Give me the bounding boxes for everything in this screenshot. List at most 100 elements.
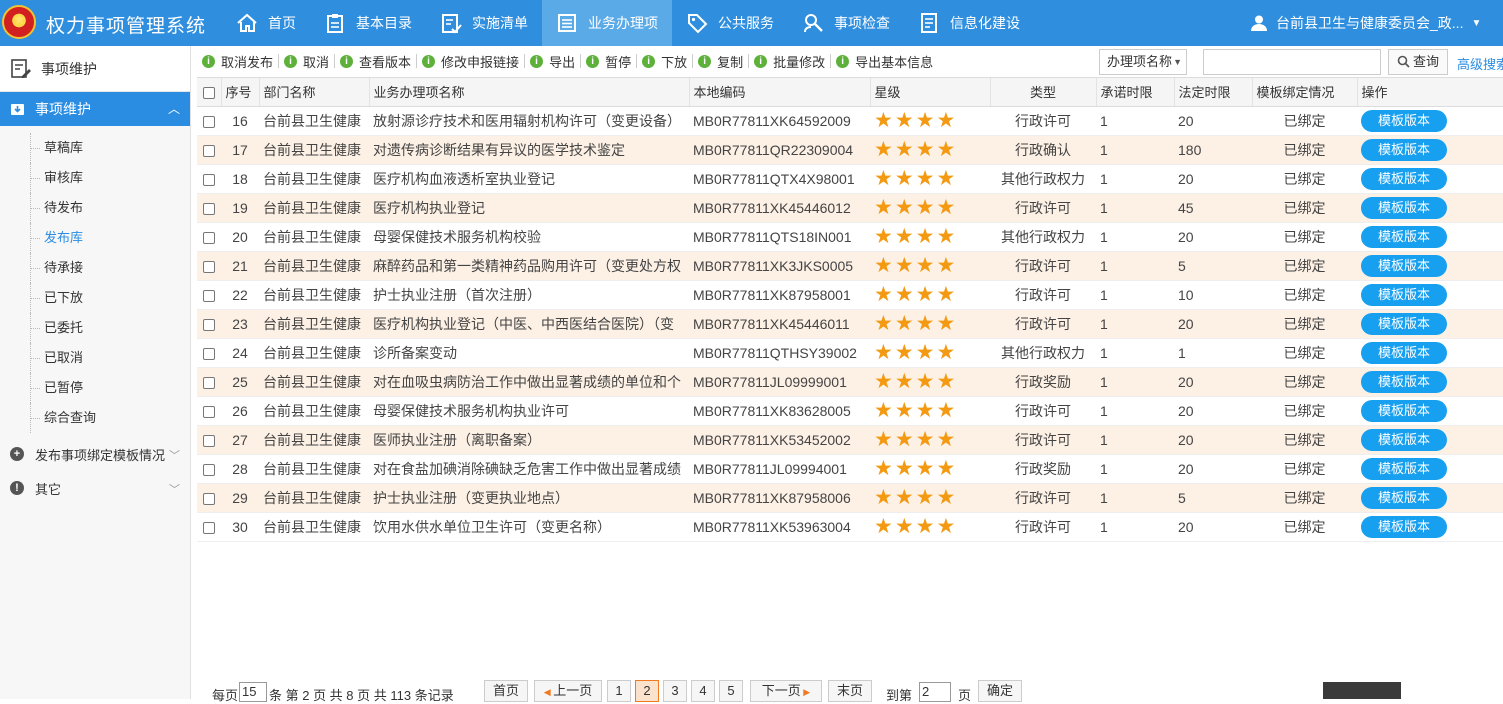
toolbar-button-7[interactable]: i 复制 bbox=[693, 47, 748, 75]
table-row[interactable]: 18 台前县卫生健康 医疗机构血液透析室执业登记 MB0R77811QTX4X9800… bbox=[197, 164, 1503, 194]
nav-item-3[interactable]: 业务办理项 bbox=[542, 0, 672, 46]
column-header-promise[interactable]: 承诺时限 bbox=[1096, 78, 1175, 107]
sidebar-group-maintenance[interactable]: 事项维护 ︿ bbox=[0, 92, 190, 126]
cell-name[interactable]: 对在食盐加碘消除碘缺乏危害工作中做出显著成绩 bbox=[369, 454, 689, 484]
cell-name[interactable]: 医疗机构执业登记（中医、中西医结合医院）（变 bbox=[369, 309, 689, 339]
cell-name[interactable]: 护士执业注册（首次注册） bbox=[369, 280, 689, 310]
column-header-stars[interactable]: 星级 bbox=[870, 78, 991, 107]
template-version-button[interactable]: 模板版本 bbox=[1361, 515, 1447, 538]
sidebar-item-0[interactable]: 草稿库 bbox=[0, 133, 190, 163]
nav-item-0[interactable]: 首页 bbox=[222, 0, 310, 46]
toolbar-button-4[interactable]: i 导出 bbox=[525, 47, 580, 75]
row-checkbox[interactable] bbox=[203, 260, 215, 273]
template-version-button[interactable]: 模板版本 bbox=[1361, 283, 1447, 306]
row-checkbox[interactable] bbox=[203, 144, 215, 157]
template-version-button[interactable]: 模板版本 bbox=[1361, 341, 1447, 364]
row-checkbox[interactable] bbox=[203, 376, 215, 389]
cell-name[interactable]: 护士执业注册（变更执业地点） bbox=[369, 483, 689, 513]
column-header-name[interactable]: 业务办理项名称 bbox=[369, 78, 690, 107]
sidebar-item-9[interactable]: 综合查询 bbox=[0, 403, 190, 433]
table-row[interactable]: 21 台前县卫生健康 麻醉药品和第一类精神药品购用许可（变更处方权 MB0R77811… bbox=[197, 251, 1503, 281]
table-row[interactable]: 27 台前县卫生健康 医师执业注册（离职备案） MB0R77811XK53452002… bbox=[197, 425, 1503, 455]
table-row[interactable]: 24 台前县卫生健康 诊所备案变动 MB0R77811QTHSY39002 ★★★★ 其他… bbox=[197, 338, 1503, 368]
template-version-button[interactable]: 模板版本 bbox=[1361, 486, 1447, 509]
advanced-search-link[interactable]: 高级搜索 bbox=[1457, 54, 1503, 73]
row-checkbox[interactable] bbox=[203, 289, 215, 302]
nav-item-2[interactable]: 实施清单 bbox=[426, 0, 542, 46]
sidebar-category-0[interactable]: + 发布事项绑定模板情况 ﹀ bbox=[0, 437, 190, 471]
cell-name[interactable]: 母婴保健技术服务机构校验 bbox=[369, 222, 689, 252]
cell-name[interactable]: 对遗传病诊断结果有异议的医学技术鉴定 bbox=[369, 135, 689, 165]
toolbar-button-1[interactable]: i 取消 bbox=[279, 47, 334, 75]
table-row[interactable]: 22 台前县卫生健康 护士执业注册（首次注册） MB0R77811XK87958001… bbox=[197, 280, 1503, 310]
user-menu[interactable]: 台前县卫生与健康委员会_政... ▼ bbox=[1250, 13, 1481, 33]
row-checkbox[interactable] bbox=[203, 434, 215, 447]
toolbar-button-0[interactable]: i 取消发布 bbox=[197, 47, 278, 75]
row-checkbox[interactable] bbox=[203, 173, 215, 186]
cell-name[interactable]: 医疗机构血液透析室执业登记 bbox=[369, 164, 689, 194]
cell-name[interactable]: 诊所备案变动 bbox=[369, 338, 689, 368]
template-version-button[interactable]: 模板版本 bbox=[1361, 312, 1447, 335]
template-version-button[interactable]: 模板版本 bbox=[1361, 225, 1447, 248]
row-checkbox[interactable] bbox=[203, 492, 215, 505]
toolbar-button-3[interactable]: i 修改申报链接 bbox=[417, 47, 524, 75]
toolbar-button-8[interactable]: i 批量修改 bbox=[749, 47, 830, 75]
toolbar-button-6[interactable]: i 下放 bbox=[637, 47, 692, 75]
row-checkbox[interactable] bbox=[203, 115, 215, 128]
nav-item-5[interactable]: 事项检查 bbox=[788, 0, 904, 46]
sidebar-item-3[interactable]: 发布库 bbox=[0, 223, 190, 253]
table-row[interactable]: 29 台前县卫生健康 护士执业注册（变更执业地点） MB0R77811XK879580… bbox=[197, 483, 1503, 513]
cell-name[interactable]: 麻醉药品和第一类精神药品购用许可（变更处方权 bbox=[369, 251, 689, 281]
row-checkbox[interactable] bbox=[203, 405, 215, 418]
sidebar-item-1[interactable]: 审核库 bbox=[0, 163, 190, 193]
table-row[interactable]: 17 台前县卫生健康 对遗传病诊断结果有异议的医学技术鉴定 MB0R77811QR22… bbox=[197, 135, 1503, 165]
search-button[interactable]: 查询 bbox=[1388, 49, 1448, 75]
goto-page-input[interactable]: 2 bbox=[919, 682, 951, 702]
floating-tool-strip[interactable] bbox=[1323, 682, 1401, 699]
search-field-select[interactable]: 办理项名称 ▼ bbox=[1099, 49, 1187, 75]
cell-name[interactable]: 对在血吸虫病防治工作中做出显著成绩的单位和个 bbox=[369, 367, 689, 397]
template-version-button[interactable]: 模板版本 bbox=[1361, 167, 1447, 190]
select-all-checkbox[interactable] bbox=[202, 86, 215, 99]
template-version-button[interactable]: 模板版本 bbox=[1361, 196, 1447, 219]
table-row[interactable]: 20 台前县卫生健康 母婴保健技术服务机构校验 MB0R77811QTS18IN001… bbox=[197, 222, 1503, 252]
sidebar-item-6[interactable]: 已委托 bbox=[0, 313, 190, 343]
cell-name[interactable]: 饮用水供水单位卫生许可（变更名称） bbox=[369, 512, 689, 542]
row-checkbox[interactable] bbox=[203, 231, 215, 244]
toolbar-button-2[interactable]: i 查看版本 bbox=[335, 47, 416, 75]
table-row[interactable]: 19 台前县卫生健康 医疗机构执业登记 MB0R77811XK45446012 ★★★★… bbox=[197, 193, 1503, 223]
sidebar-item-7[interactable]: 已取消 bbox=[0, 343, 190, 373]
template-version-button[interactable]: 模板版本 bbox=[1361, 254, 1447, 277]
template-version-button[interactable]: 模板版本 bbox=[1361, 428, 1447, 451]
template-version-button[interactable]: 模板版本 bbox=[1361, 457, 1447, 480]
table-row[interactable]: 25 台前县卫生健康 对在血吸虫病防治工作中做出显著成绩的单位和个 MB0R77811… bbox=[197, 367, 1503, 397]
table-row[interactable]: 26 台前县卫生健康 母婴保健技术服务机构执业许可 MB0R77811XK836280… bbox=[197, 396, 1503, 426]
search-input[interactable] bbox=[1203, 49, 1381, 75]
row-checkbox[interactable] bbox=[203, 521, 215, 534]
nav-item-4[interactable]: 公共服务 bbox=[672, 0, 788, 46]
template-version-button[interactable]: 模板版本 bbox=[1361, 109, 1447, 132]
column-header-dept[interactable]: 部门名称 bbox=[259, 78, 370, 107]
table-row[interactable]: 30 台前县卫生健康 饮用水供水单位卫生许可（变更名称） MB0R77811XK539… bbox=[197, 512, 1503, 542]
nav-item-6[interactable]: 信息化建设 bbox=[904, 0, 1034, 46]
row-checkbox[interactable] bbox=[203, 347, 215, 360]
row-checkbox[interactable] bbox=[203, 202, 215, 215]
column-header-no[interactable]: 序号 bbox=[221, 78, 260, 107]
sidebar-item-5[interactable]: 已下放 bbox=[0, 283, 190, 313]
column-header-code[interactable]: 本地编码 bbox=[689, 78, 871, 107]
row-checkbox[interactable] bbox=[203, 463, 215, 476]
sidebar-item-8[interactable]: 已暂停 bbox=[0, 373, 190, 403]
toolbar-button-9[interactable]: i 导出基本信息 bbox=[831, 47, 938, 75]
cell-name[interactable]: 放射源诊疗技术和医用辐射机构许可（变更设备） bbox=[369, 106, 689, 136]
table-row[interactable]: 28 台前县卫生健康 对在食盐加碘消除碘缺乏危害工作中做出显著成绩 MB0R77811… bbox=[197, 454, 1503, 484]
cell-name[interactable]: 医疗机构执业登记 bbox=[369, 193, 689, 223]
template-version-button[interactable]: 模板版本 bbox=[1361, 370, 1447, 393]
toolbar-button-5[interactable]: i 暂停 bbox=[581, 47, 636, 75]
sidebar-header[interactable]: 事项维护 bbox=[0, 46, 190, 92]
table-row[interactable]: 16 台前县卫生健康 放射源诊疗技术和医用辐射机构许可（变更设备） MB0R77811… bbox=[197, 106, 1503, 136]
column-header-legal[interactable]: 法定时限 bbox=[1174, 78, 1253, 107]
column-header-type[interactable]: 类型 bbox=[990, 78, 1097, 107]
row-checkbox[interactable] bbox=[203, 318, 215, 331]
sidebar-item-4[interactable]: 待承接 bbox=[0, 253, 190, 283]
sidebar-category-1[interactable]: ! 其它 ﹀ bbox=[0, 471, 190, 505]
